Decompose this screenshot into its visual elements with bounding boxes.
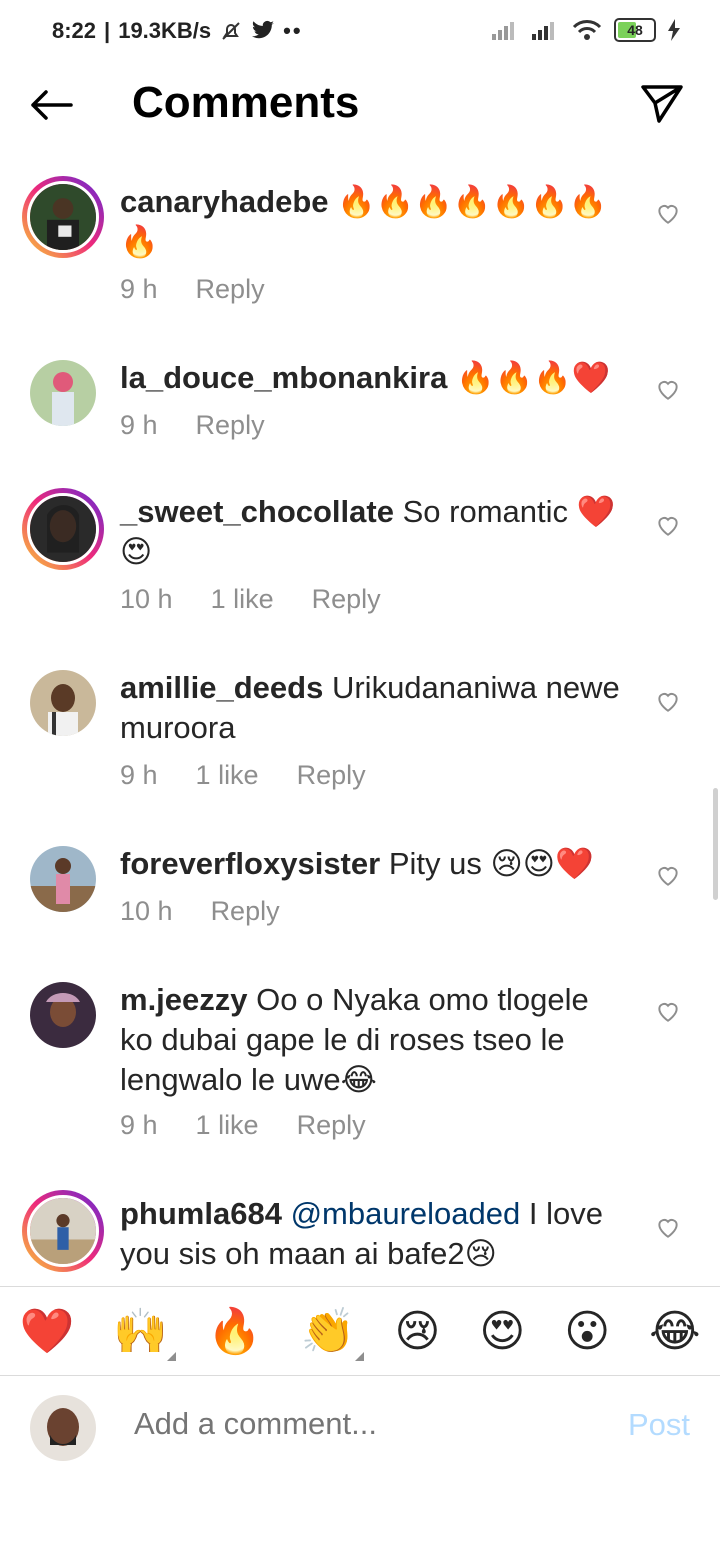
status-right: 48 <box>492 18 680 42</box>
heart-icon[interactable] <box>655 512 681 538</box>
reply-button[interactable]: Reply <box>297 760 366 791</box>
reaction-raised-hands-button[interactable]: 🙌 <box>113 1305 177 1361</box>
charging-icon <box>668 19 680 41</box>
like-count[interactable]: 1 like <box>211 584 274 615</box>
mention-link[interactable]: @mbaureloaded <box>291 1196 521 1231</box>
quick-reactions-bar: ❤️ 🙌 🔥 👏 😢 😍 😮 😂 <box>0 1286 720 1376</box>
reaction-laughing-button[interactable]: 😂 <box>649 1306 700 1357</box>
header: Comments <box>0 64 720 150</box>
comment-username[interactable]: la_douce_mbonankira <box>120 360 447 395</box>
comment-time: 9 h <box>120 1110 158 1140</box>
comment-text: canaryhadebe 🔥🔥🔥🔥🔥🔥🔥🔥 <box>120 184 608 259</box>
heart-icon[interactable] <box>655 376 681 402</box>
reaction-fire-button[interactable]: 🔥 <box>207 1305 262 1357</box>
battery-icon: 48 <box>614 18 656 42</box>
avatar[interactable] <box>30 360 96 426</box>
more-dots-icon: •• <box>283 18 303 43</box>
comment-text: foreverfloxysister Pity us 😢😍❤️ <box>120 846 594 881</box>
comment-meta: 10 h Reply <box>120 896 280 927</box>
scrollbar[interactable] <box>713 788 718 900</box>
comment-text: m.jeezzy Oo o Nyaka omo tlogele ko dubai… <box>120 982 589 1097</box>
page-title: Comments <box>132 78 360 127</box>
comment-username[interactable]: canaryhadebe <box>120 184 329 219</box>
heart-icon[interactable] <box>655 1214 681 1240</box>
comment-username[interactable]: amillie_deeds <box>120 670 323 705</box>
heart-icon[interactable] <box>655 200 681 226</box>
avatar <box>30 1395 96 1461</box>
comment-username[interactable]: foreverfloxysister <box>120 846 380 881</box>
signal-icon-2 <box>532 22 554 40</box>
comment-text: la_douce_mbonankira 🔥🔥🔥❤️ <box>120 360 611 395</box>
reply-button[interactable]: Reply <box>297 1110 366 1141</box>
reply-button[interactable]: Reply <box>312 584 381 615</box>
twitter-icon <box>252 20 275 39</box>
reaction-clap-button[interactable]: 👏 <box>301 1305 364 1361</box>
comment-time: 10 h <box>120 896 173 926</box>
comment-time: 9 h <box>120 410 158 440</box>
back-button[interactable] <box>26 82 76 128</box>
reaction-surprised-button[interactable]: 😮 <box>564 1306 610 1357</box>
reply-button[interactable]: Reply <box>196 274 265 305</box>
status-left: 8:22 | 19.3KB/s •• <box>52 18 303 43</box>
heart-icon[interactable] <box>655 688 681 714</box>
comment-text: amillie_deeds Urikudananiwa newe muroora <box>120 670 620 745</box>
reply-button[interactable]: Reply <box>196 410 265 441</box>
share-button[interactable] <box>638 80 686 128</box>
reaction-heart-eyes-button[interactable]: 😍 <box>479 1306 525 1357</box>
post-button[interactable]: Post <box>628 1407 690 1443</box>
heart-icon[interactable] <box>655 862 681 888</box>
comment-text: phumla684 @mbaureloaded I love you sis o… <box>120 1196 603 1271</box>
comment-time: 9 h <box>120 274 158 304</box>
avatar[interactable] <box>30 982 96 1048</box>
wifi-icon <box>572 20 602 40</box>
avatar[interactable] <box>22 488 104 570</box>
comment-username[interactable]: _sweet_chocollate <box>120 494 394 529</box>
status-speed: 19.3KB/s <box>118 18 212 43</box>
comment-input[interactable] <box>132 1405 596 1443</box>
signal-icon <box>492 22 514 40</box>
avatar[interactable] <box>30 846 96 912</box>
back-arrow-icon <box>31 90 73 120</box>
comment-meta: 10 h 1 like Reply <box>120 584 381 615</box>
avatar[interactable] <box>22 176 104 258</box>
comment-meta: 9 h 1 like Reply <box>120 1110 366 1141</box>
comment-text: _sweet_chocollate So romantic ❤️😍 <box>120 494 616 569</box>
avatar[interactable] <box>22 1190 104 1272</box>
heart-icon[interactable] <box>655 998 681 1024</box>
comment-meta: 9 h Reply <box>120 410 265 441</box>
reply-button[interactable]: Reply <box>211 896 280 927</box>
paper-plane-icon <box>641 85 683 123</box>
reaction-crying-button[interactable]: 😢 <box>395 1306 441 1357</box>
comment-meta: 9 h Reply <box>120 274 265 305</box>
avatar[interactable] <box>30 670 96 736</box>
comment-list: canaryhadebe 🔥🔥🔥🔥🔥🔥🔥🔥 9 h Reply la_douce… <box>0 170 720 1285</box>
like-count[interactable]: 1 like <box>196 760 259 791</box>
battery-level: 48 <box>627 22 643 38</box>
mute-bell-icon <box>222 22 240 40</box>
comment-meta: 9 h 1 like Reply <box>120 760 366 791</box>
comment-username[interactable]: m.jeezzy <box>120 982 248 1017</box>
comment-username[interactable]: phumla684 <box>120 1196 282 1231</box>
comment-composer: Post <box>0 1377 720 1477</box>
reaction-heart-button[interactable]: ❤️ <box>19 1305 74 1357</box>
like-count[interactable]: 1 like <box>196 1110 259 1141</box>
status-time: 8:22 <box>52 18 97 43</box>
comment-time: 9 h <box>120 760 158 790</box>
comment-time: 10 h <box>120 584 173 614</box>
status-bar: 8:22 | 19.3KB/s •• 48 <box>0 0 720 64</box>
